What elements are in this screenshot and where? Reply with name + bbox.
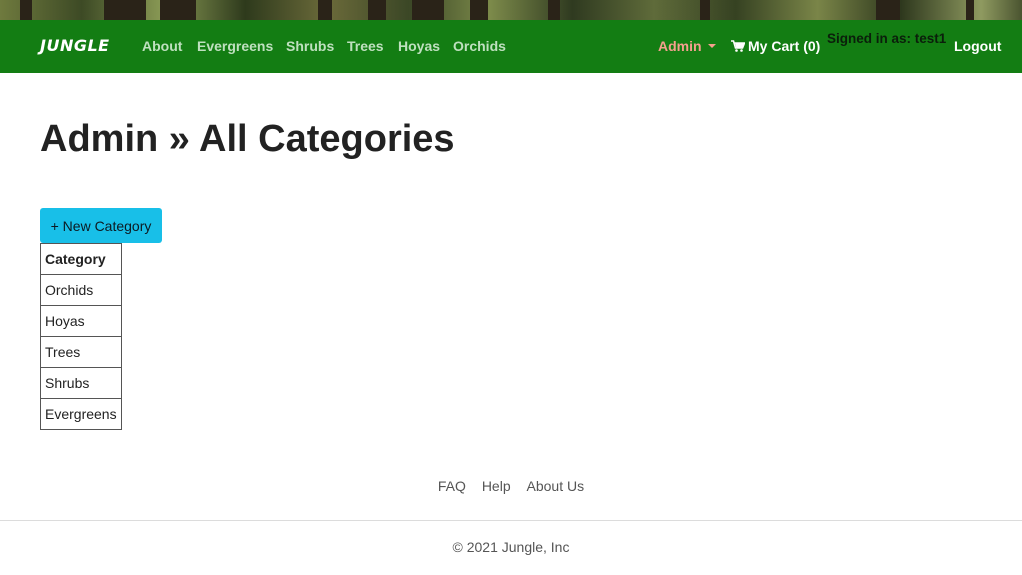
top-navbar: JUNGLE About Evergreens Shrubs Trees Hoy… bbox=[0, 20, 1022, 73]
category-cell: Hoyas bbox=[40, 305, 122, 337]
table-row: Trees bbox=[40, 336, 122, 368]
table-row: Shrubs bbox=[40, 367, 122, 399]
my-cart-label: My Cart (0) bbox=[748, 38, 821, 54]
category-cell: Shrubs bbox=[40, 367, 122, 399]
footer-link-faq[interactable]: FAQ bbox=[438, 478, 466, 494]
shopping-cart-icon bbox=[731, 39, 746, 52]
my-cart-link[interactable]: My Cart (0) bbox=[731, 38, 820, 54]
page-title: Admin » All Categories bbox=[40, 118, 455, 160]
admin-dropdown[interactable]: Admin bbox=[658, 38, 716, 54]
categories-table: Category Orchids Hoyas Trees Shrubs Ever… bbox=[40, 243, 122, 430]
brand-logo[interactable]: JUNGLE bbox=[40, 36, 110, 55]
category-cell: Trees bbox=[40, 336, 122, 368]
nav-link-hoyas[interactable]: Hoyas bbox=[398, 38, 440, 54]
copyright-text: © 2021 Jungle, Inc bbox=[452, 539, 570, 555]
category-cell: Orchids bbox=[40, 274, 122, 306]
footer-link-about-us[interactable]: About Us bbox=[527, 478, 585, 494]
nav-link-about[interactable]: About bbox=[142, 38, 182, 54]
nav-link-orchids[interactable]: Orchids bbox=[453, 38, 506, 54]
table-header-row: Category bbox=[40, 243, 122, 275]
footer-divider bbox=[0, 520, 1022, 521]
footer-links: FAQ Help About Us bbox=[0, 478, 1022, 494]
table-row: Hoyas bbox=[40, 305, 122, 337]
caret-down-icon bbox=[707, 44, 716, 48]
table-row: Orchids bbox=[40, 274, 122, 306]
footer-link-help[interactable]: Help bbox=[482, 478, 511, 494]
column-header-category: Category bbox=[40, 243, 122, 275]
logout-link[interactable]: Logout bbox=[954, 38, 1001, 54]
nav-link-shrubs[interactable]: Shrubs bbox=[286, 38, 334, 54]
header-banner-image bbox=[0, 0, 1022, 20]
table-row: Evergreens bbox=[40, 398, 122, 430]
category-cell: Evergreens bbox=[40, 398, 122, 430]
admin-dropdown-label: Admin bbox=[658, 38, 702, 54]
nav-link-trees[interactable]: Trees bbox=[347, 38, 384, 54]
signed-in-status: Signed in as: test1 bbox=[827, 31, 947, 46]
new-category-button[interactable]: + New Category bbox=[40, 208, 162, 243]
nav-link-evergreens[interactable]: Evergreens bbox=[197, 38, 273, 54]
